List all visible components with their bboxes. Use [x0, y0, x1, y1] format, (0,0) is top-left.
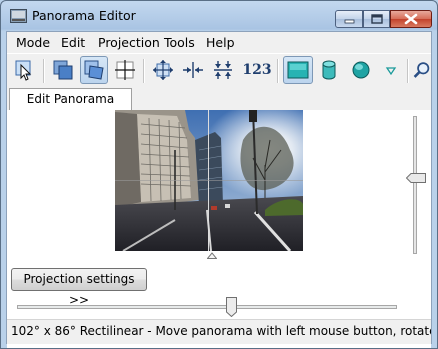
fit-horizontal-button[interactable]: [179, 56, 207, 84]
triangle-down-icon: [385, 67, 397, 76]
horizontal-slider-thumb[interactable]: [226, 297, 237, 317]
select-arrow-icon: [15, 60, 32, 81]
window-title: Panorama Editor: [32, 8, 136, 23]
maximize-icon: [371, 14, 383, 24]
panorama-editor-window: Panorama Editor Mode Edit Projection Too…: [0, 0, 438, 349]
client-area: Mode Edit Projection Tools Help 123 Edit…: [6, 31, 432, 348]
horizontal-position-marker[interactable]: [207, 252, 217, 259]
more-projections-button[interactable]: [377, 56, 405, 84]
fit-both-icon: [153, 60, 173, 80]
crosshair-icon: [115, 60, 135, 80]
toolbar-separator: [143, 59, 145, 83]
rectilinear-button[interactable]: [283, 56, 313, 84]
drag-panorama-button[interactable]: [80, 56, 108, 84]
select-button[interactable]: [11, 56, 39, 84]
maximize-button[interactable]: [363, 10, 390, 28]
minimize-icon: [344, 19, 355, 24]
sphere-button[interactable]: [347, 56, 375, 84]
rectilinear-icon: [287, 61, 309, 79]
menu-projection[interactable]: Projection: [93, 34, 165, 51]
title-bar[interactable]: Panorama Editor: [1, 1, 437, 31]
horizon-guide: [115, 180, 303, 181]
close-icon: [404, 13, 418, 25]
status-text: 102° x 86° Rectilinear - Move panorama w…: [11, 324, 431, 338]
toolbar-separator: [407, 59, 409, 83]
fit-vertical-icon: [214, 61, 232, 79]
vertical-slider-thumb[interactable]: [406, 173, 426, 183]
zoom-button[interactable]: [412, 56, 431, 84]
edit-panorama-panel: Projection settings >>: [7, 110, 431, 348]
fit-vertical-button[interactable]: [209, 56, 237, 84]
horizontal-slider-track[interactable]: [17, 305, 397, 309]
menu-tools[interactable]: Tools: [159, 34, 200, 51]
move-layers-icon: [53, 60, 73, 80]
toolbar-separator: [43, 59, 45, 83]
sphere-icon: [352, 61, 370, 79]
toolbar: 123: [7, 53, 431, 88]
fit-horizontal-icon: [183, 62, 203, 78]
cylinder-button[interactable]: [315, 56, 343, 84]
menu-help[interactable]: Help: [201, 34, 240, 51]
toolbar-separator: [277, 59, 279, 83]
menu-edit[interactable]: Edit: [56, 34, 90, 51]
zoom-icon: [413, 62, 430, 78]
panorama-app-icon: [10, 9, 27, 23]
move-layers-button[interactable]: [49, 56, 77, 84]
tab-edit-panorama[interactable]: Edit Panorama: [9, 88, 132, 110]
minimize-button[interactable]: [335, 10, 363, 28]
menu-mode[interactable]: Mode: [11, 34, 55, 51]
fit-both-button[interactable]: [149, 56, 177, 84]
vertical-slider-track[interactable]: [413, 116, 417, 254]
menu-bar: Mode Edit Projection Tools Help: [7, 32, 431, 52]
status-bar: 102° x 86° Rectilinear - Move panorama w…: [7, 319, 431, 344]
numeric-123-button[interactable]: 123: [241, 56, 273, 84]
panorama-preview[interactable]: [115, 110, 303, 251]
tab-strip: Edit Panorama: [7, 88, 431, 111]
close-button[interactable]: [390, 10, 432, 28]
projection-settings-button[interactable]: Projection settings >>: [11, 268, 147, 307]
cylinder-icon: [322, 60, 336, 80]
crosshair-button[interactable]: [111, 56, 139, 84]
numeric-123-icon: 123: [242, 62, 272, 78]
drag-panorama-icon: [84, 60, 104, 80]
